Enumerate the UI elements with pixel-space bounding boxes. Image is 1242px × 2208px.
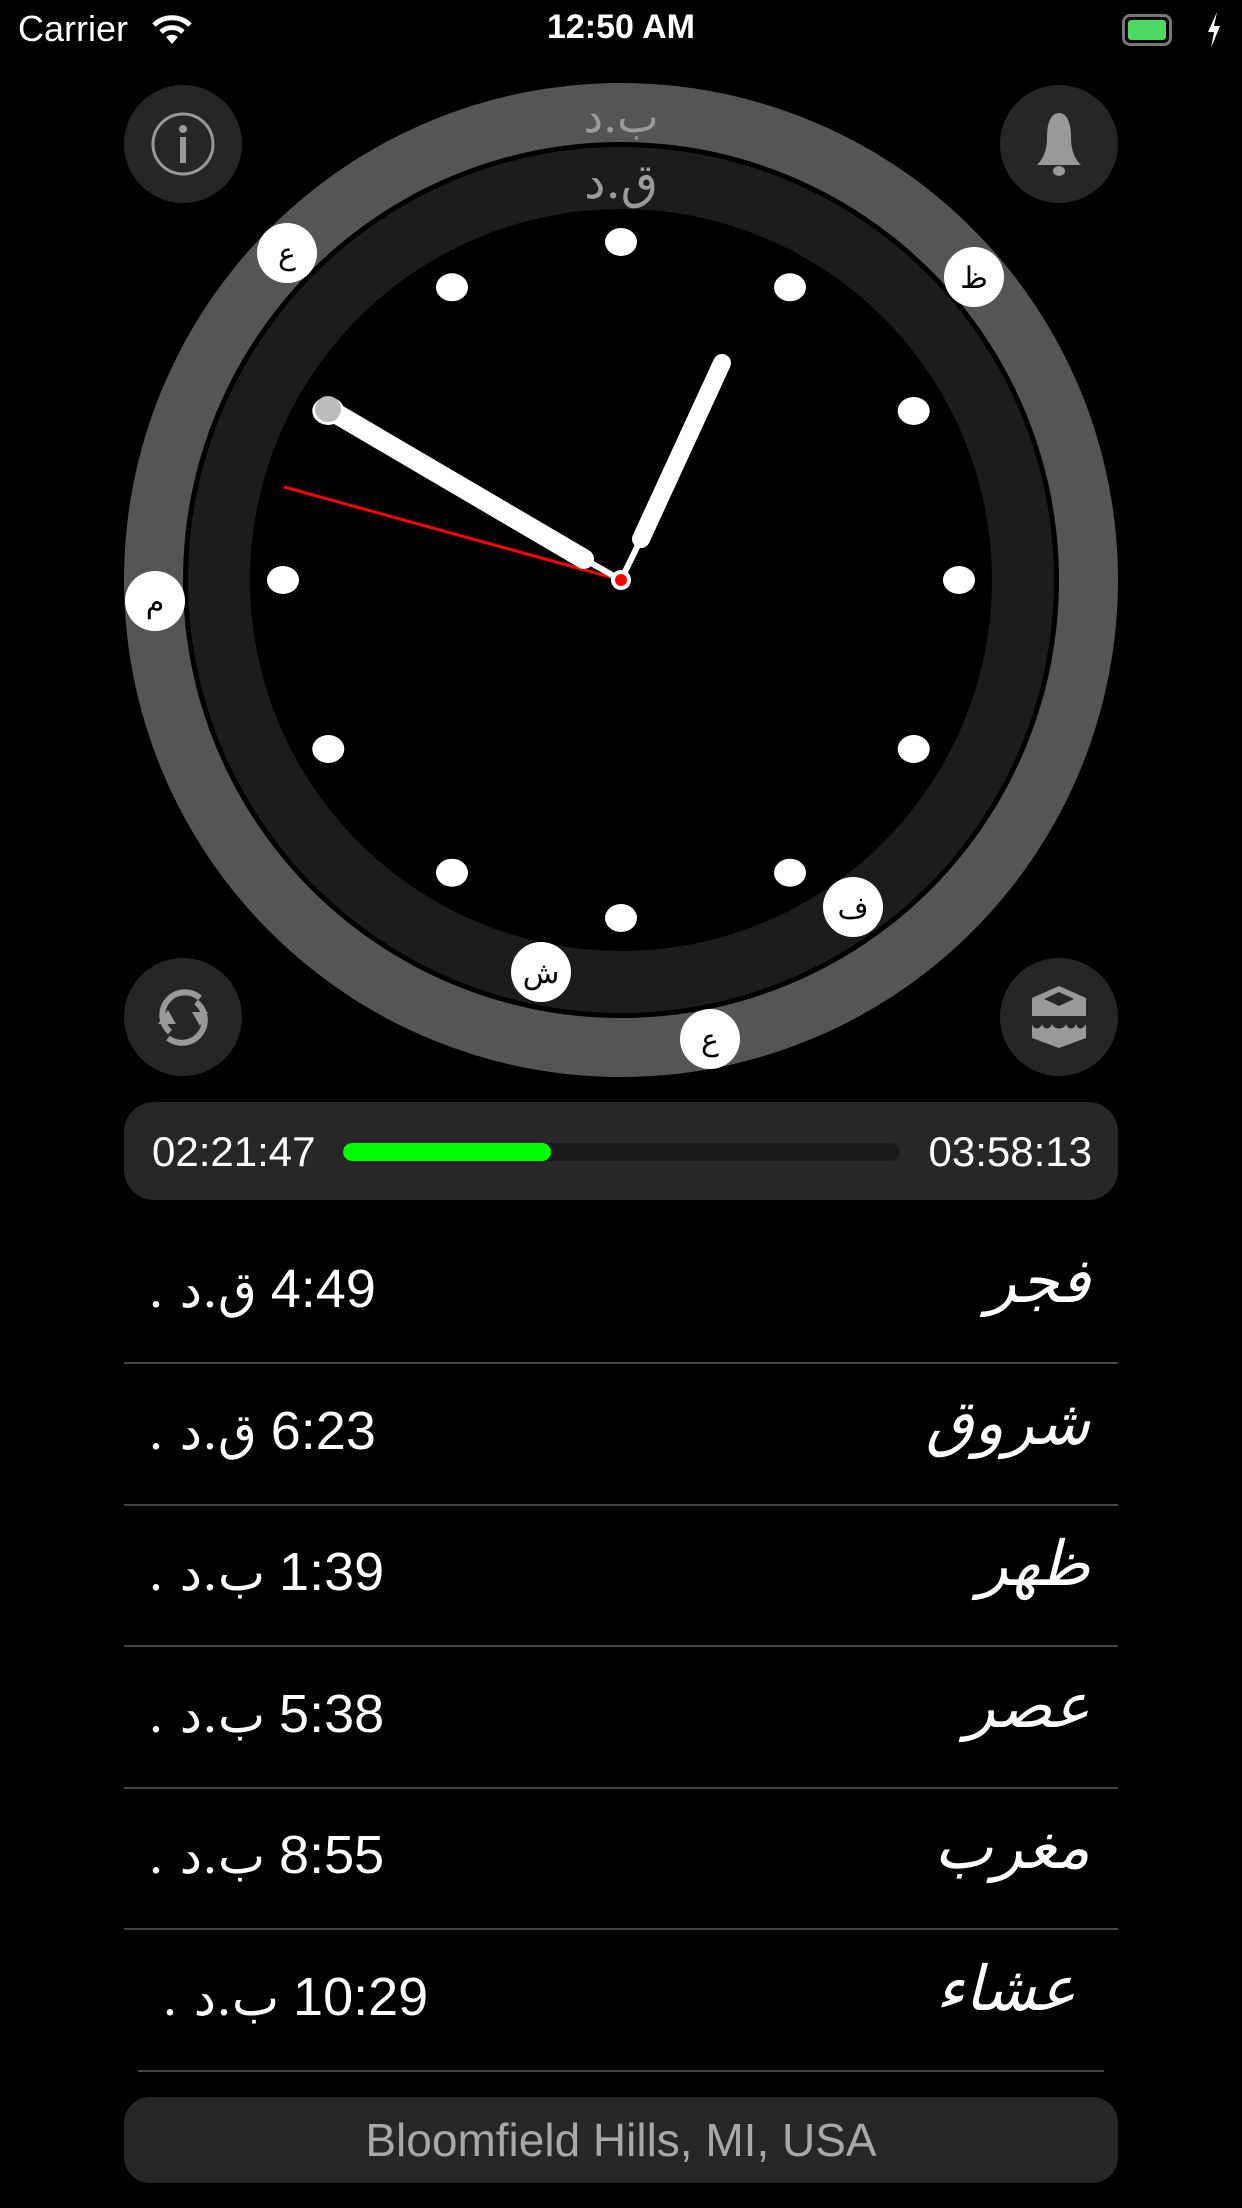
hour-tick (267, 566, 299, 594)
hour-tick (605, 904, 637, 932)
hour-tick (436, 858, 468, 887)
prayer-time: ب.د . 8:55 (148, 1824, 384, 1886)
prayer-marker: م (125, 571, 185, 631)
hour-tick (774, 858, 806, 887)
prayer-marker-label: ع (701, 1023, 719, 1058)
info-icon (151, 112, 215, 176)
bell-icon (1037, 113, 1081, 176)
time-value: 6:23 (270, 1400, 376, 1461)
prayer-marker-label: ف (837, 891, 868, 926)
prayer-row: ق.د . 4:49 فجر (124, 1222, 1118, 1364)
qibla-button[interactable] (1000, 958, 1118, 1076)
time-progress: 02:21:47 03:58:13 (124, 1102, 1118, 1200)
hour-tick (943, 566, 975, 594)
prayer-row: ب.د . 8:55 مغرب (124, 1788, 1118, 1931)
hour-tick (312, 735, 345, 763)
prayer-row: ب.د . 1:39 ظهر (124, 1505, 1118, 1648)
prayer-marker: ف (823, 877, 883, 937)
prayer-time: ق.د . 6:23 (148, 1400, 376, 1462)
prayer-time: ب.د . 5:38 (148, 1683, 384, 1745)
time-value: 10:29 (293, 1967, 429, 2027)
period-label: ق.د . (148, 1261, 257, 1319)
prayer-marker: ع (257, 223, 317, 283)
prayer-time: ب.د . 1:39 (148, 1541, 384, 1603)
hour-tick (605, 228, 637, 256)
prayer-name: ظهر (977, 1527, 1090, 1601)
prayer-row: ق.د . 6:23 شروق (124, 1364, 1118, 1506)
period-label: ق.د . (148, 1402, 257, 1461)
hour-tick (774, 273, 806, 302)
prayer-name: فجر (986, 1244, 1090, 1317)
refresh-icon (158, 989, 208, 1046)
elapsed-time: 02:21:47 (152, 1128, 316, 1175)
progress-fill (343, 1143, 551, 1161)
prayer-marker: ش (511, 942, 571, 1002)
prayer-marker-label: ظ (960, 261, 988, 296)
hour-tick (897, 735, 930, 763)
kaaba-icon (1032, 986, 1086, 1048)
period-label: ب.د . (148, 1544, 266, 1603)
time-value: 1:39 (279, 1542, 385, 1603)
period-label: ب.د . (162, 1969, 280, 2027)
prayer-time: ق.د . 4:49 (148, 1258, 376, 1320)
time-value: 8:55 (279, 1825, 385, 1886)
prayer-row: ب.د . 5:38 عصر (124, 1647, 1118, 1789)
prayer-name: عصر (965, 1668, 1090, 1742)
location-button[interactable]: Bloomfield Hills, MI, USA (124, 2097, 1118, 2183)
pm-label: ب.د (583, 92, 658, 143)
period-label: ب.د . (148, 1827, 266, 1886)
remaining-time: 03:58:13 (928, 1128, 1093, 1175)
prayer-marker-label: ع (278, 237, 296, 272)
info-button[interactable] (124, 85, 242, 203)
prayer-marker-label: م (146, 585, 165, 620)
prayer-name: عشاء (935, 1952, 1076, 2025)
period-label: ب.د . (148, 1685, 266, 1744)
hour-hand-knob (315, 396, 341, 422)
prayer-row: ب.د . 10:29 عشاء (138, 1930, 1104, 2072)
prayer-marker: ع (680, 1009, 740, 1069)
am-label: ق.د (584, 154, 658, 210)
prayer-time: ب.د . 10:29 (162, 1966, 428, 2028)
progress-bar (343, 1143, 900, 1161)
prayer-name: شروق (925, 1385, 1090, 1459)
hour-tick (897, 397, 930, 425)
time-value: 4:49 (270, 1259, 376, 1319)
prayer-marker-label: ش (523, 956, 560, 991)
time-value: 5:38 (279, 1683, 385, 1744)
prayer-marker: ظ (944, 247, 1004, 307)
refresh-button[interactable] (124, 958, 242, 1076)
notifications-button[interactable] (1000, 85, 1118, 203)
prayer-name: مغرب (934, 1810, 1090, 1884)
hour-tick (436, 273, 468, 302)
